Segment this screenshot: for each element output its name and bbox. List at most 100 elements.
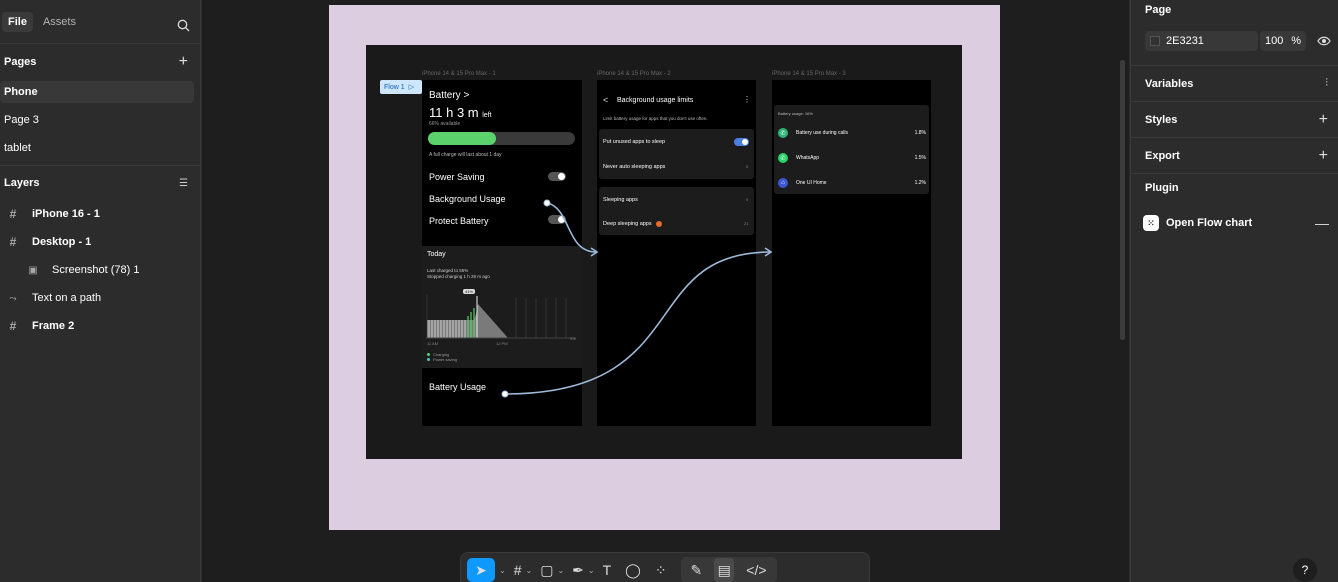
battery-time: 11 h 3 m left [429,105,492,120]
variables-title: Variables [1145,77,1194,90]
color-swatch[interactable] [1150,36,1160,46]
frame-icon: # [9,319,17,333]
minus-icon[interactable]: — [1315,215,1329,231]
plugin-item[interactable]: ⁙ Open Flow chart — [1143,214,1329,232]
eye-icon[interactable] [1317,36,1331,46]
layer-screenshot[interactable]: ▣ Screenshot (78) 1 [0,256,200,284]
row-put-unused[interactable]: Put unused apps to sleep [603,139,665,145]
row-background-usage[interactable]: Background Usage [429,194,506,204]
desktop-frame[interactable]: Flow 1 ▷ iPhone 14 & 15 Pro Max - 1 Batt… [366,45,962,459]
styles-section[interactable]: Styles + [1131,102,1338,138]
page-opacity-field[interactable]: 100 % [1260,31,1306,51]
row-protect-battery[interactable]: Protect Battery [429,216,489,226]
export-section[interactable]: Export + [1131,138,1338,174]
layers-header: Layers ☰ [0,166,200,200]
row-deep-sleeping[interactable]: Deep sleeping apps [603,221,662,227]
draw-mode-icon[interactable]: ✎ [691,558,703,582]
row-battery-usage[interactable]: Battery Usage [429,382,486,392]
layer-label: Screenshot (78) 1 [52,264,140,276]
app-pct: 1.8% [914,130,926,136]
chart-mid-label: 12 PM [496,341,508,346]
power-saving-toggle[interactable] [548,172,566,181]
frame-tool-icon[interactable]: # [514,558,522,582]
usage-chart [426,294,576,339]
phone-label: iPhone 14 & 15 Pro Max - 1 [422,71,496,77]
tab-file[interactable]: File [2,11,33,32]
bottom-toolbar: ➤ ⌄ # ⌄ ▢ ⌄ ✒ ⌄ T ◯ ⁘ ✎ ▤ </> [460,552,870,582]
layer-frame-2[interactable]: # Frame 2 [0,312,200,340]
group-1: Put unused apps to sleep Never auto slee… [599,129,754,179]
plugin-icon: ⁙ [1143,215,1159,231]
canvas-scrollbar[interactable] [1120,60,1125,340]
variables-settings-icon[interactable]: ⫶ [1325,77,1328,90]
whatsapp-icon: ✆ [778,153,788,163]
dev-mode-icon[interactable]: </> [746,558,766,582]
chevron-down-icon[interactable]: ⌄ [499,566,506,575]
phone-app-icon: ✆ [778,128,788,138]
one-ui-home-icon: ⌂ [778,178,788,188]
actions-icon[interactable]: ⁘ [655,558,667,582]
play-icon: ▷ [408,84,415,91]
legend-dot [427,353,430,356]
text-tool-icon[interactable]: T [603,558,612,582]
frame-icon: # [9,235,17,249]
add-style-icon[interactable]: + [1319,111,1328,129]
available-text: 66% available [429,121,461,127]
phone-label: iPhone 14 & 15 Pro Max - 2 [597,71,671,77]
rectangle-tool-icon[interactable]: ▢ [540,558,553,582]
page-item-tablet[interactable]: tablet [0,137,194,159]
put-unused-toggle[interactable] [734,138,749,146]
phone-frame-2[interactable]: iPhone 14 & 15 Pro Max - 2 < Background … [597,71,756,426]
protect-battery-toggle[interactable] [548,215,566,224]
layer-desktop-1[interactable]: # Desktop - 1 [0,228,200,256]
help-button[interactable]: ? [1293,558,1317,582]
phone-label: iPhone 14 & 15 Pro Max - 3 [772,71,846,77]
today-label: Today [427,251,446,258]
time-suffix: left [482,112,492,119]
chevron-down-icon[interactable]: ⌄ [588,566,595,575]
pen-tool-icon[interactable]: ✒ [572,558,584,582]
more-icon[interactable]: ⋮ [743,95,751,104]
frame-icon: # [9,207,17,221]
layer-label: Desktop - 1 [32,236,92,248]
chevron-down-icon[interactable]: ⌄ [557,566,564,575]
add-page-icon[interactable]: + [179,53,188,71]
page-item-page3[interactable]: Page 3 [0,109,194,131]
app-row[interactable]: ⌂ One UI Home 1.2% [778,177,926,189]
pages-header: Pages + [0,45,200,79]
stopped-text: Stopped charging 1 h 29 m ago [427,274,490,279]
connector-arrowhead [764,247,773,257]
sleeping-count: 0 [746,197,749,202]
phone-frame-3[interactable]: iPhone 14 & 15 Pro Max - 3 Battery usage… [772,71,931,426]
app-row[interactable]: ✆ Battery use during calls 1.8% [778,127,926,139]
chevron-down-icon[interactable]: ⌄ [526,566,533,575]
back-arrow-icon[interactable]: < [603,95,608,105]
row-power-saving[interactable]: Power Saving [429,172,485,182]
variables-section[interactable]: Variables ⫶ [1131,66,1338,102]
flow-start-badge[interactable]: Flow 1 ▷ [380,80,422,94]
tab-assets[interactable]: Assets [37,12,82,32]
charge-note: A full charge will last about 1 day [429,152,502,158]
add-export-icon[interactable]: + [1319,147,1328,165]
app-usage-card: Battery usage: 16% ✆ Battery use during … [774,105,929,194]
row-sleeping-apps[interactable]: Sleeping apps [603,197,638,203]
move-tool-icon[interactable]: ➤ [467,558,495,582]
export-title: Export [1145,149,1180,162]
app-row[interactable]: ✆ WhatsApp 1.5% [778,152,926,164]
search-icon[interactable] [177,19,190,32]
layer-text-on-path[interactable]: ⤳ Text on a path [0,284,200,312]
figma-app: File Assets Pages + Phone Page 3 tablet … [0,0,1338,582]
plugin-label: Open Flow chart [1166,217,1253,229]
design-mode-icon[interactable]: ▤ [714,558,735,582]
layer-iphone-16[interactable]: # iPhone 16 - 1 [0,200,200,228]
page-item-phone[interactable]: Phone [0,81,194,103]
phone-frame-1[interactable]: iPhone 14 & 15 Pro Max - 1 Battery > 11 … [422,71,582,426]
collapse-layers-icon[interactable]: ☰ [179,178,188,189]
flow-label: Flow 1 [384,83,405,91]
canvas[interactable]: Flow 1 ▷ iPhone 14 & 15 Pro Max - 1 Batt… [202,0,1129,582]
frame-outer[interactable]: Flow 1 ▷ iPhone 14 & 15 Pro Max - 1 Batt… [329,5,1000,530]
comment-tool-icon[interactable]: ◯ [625,558,641,582]
group-2: Sleeping apps 0 Deep sleeping apps 21 [599,187,754,235]
page-color-field[interactable]: 2E3231 [1145,31,1258,51]
row-never-auto[interactable]: Never auto sleeping apps [603,164,665,170]
